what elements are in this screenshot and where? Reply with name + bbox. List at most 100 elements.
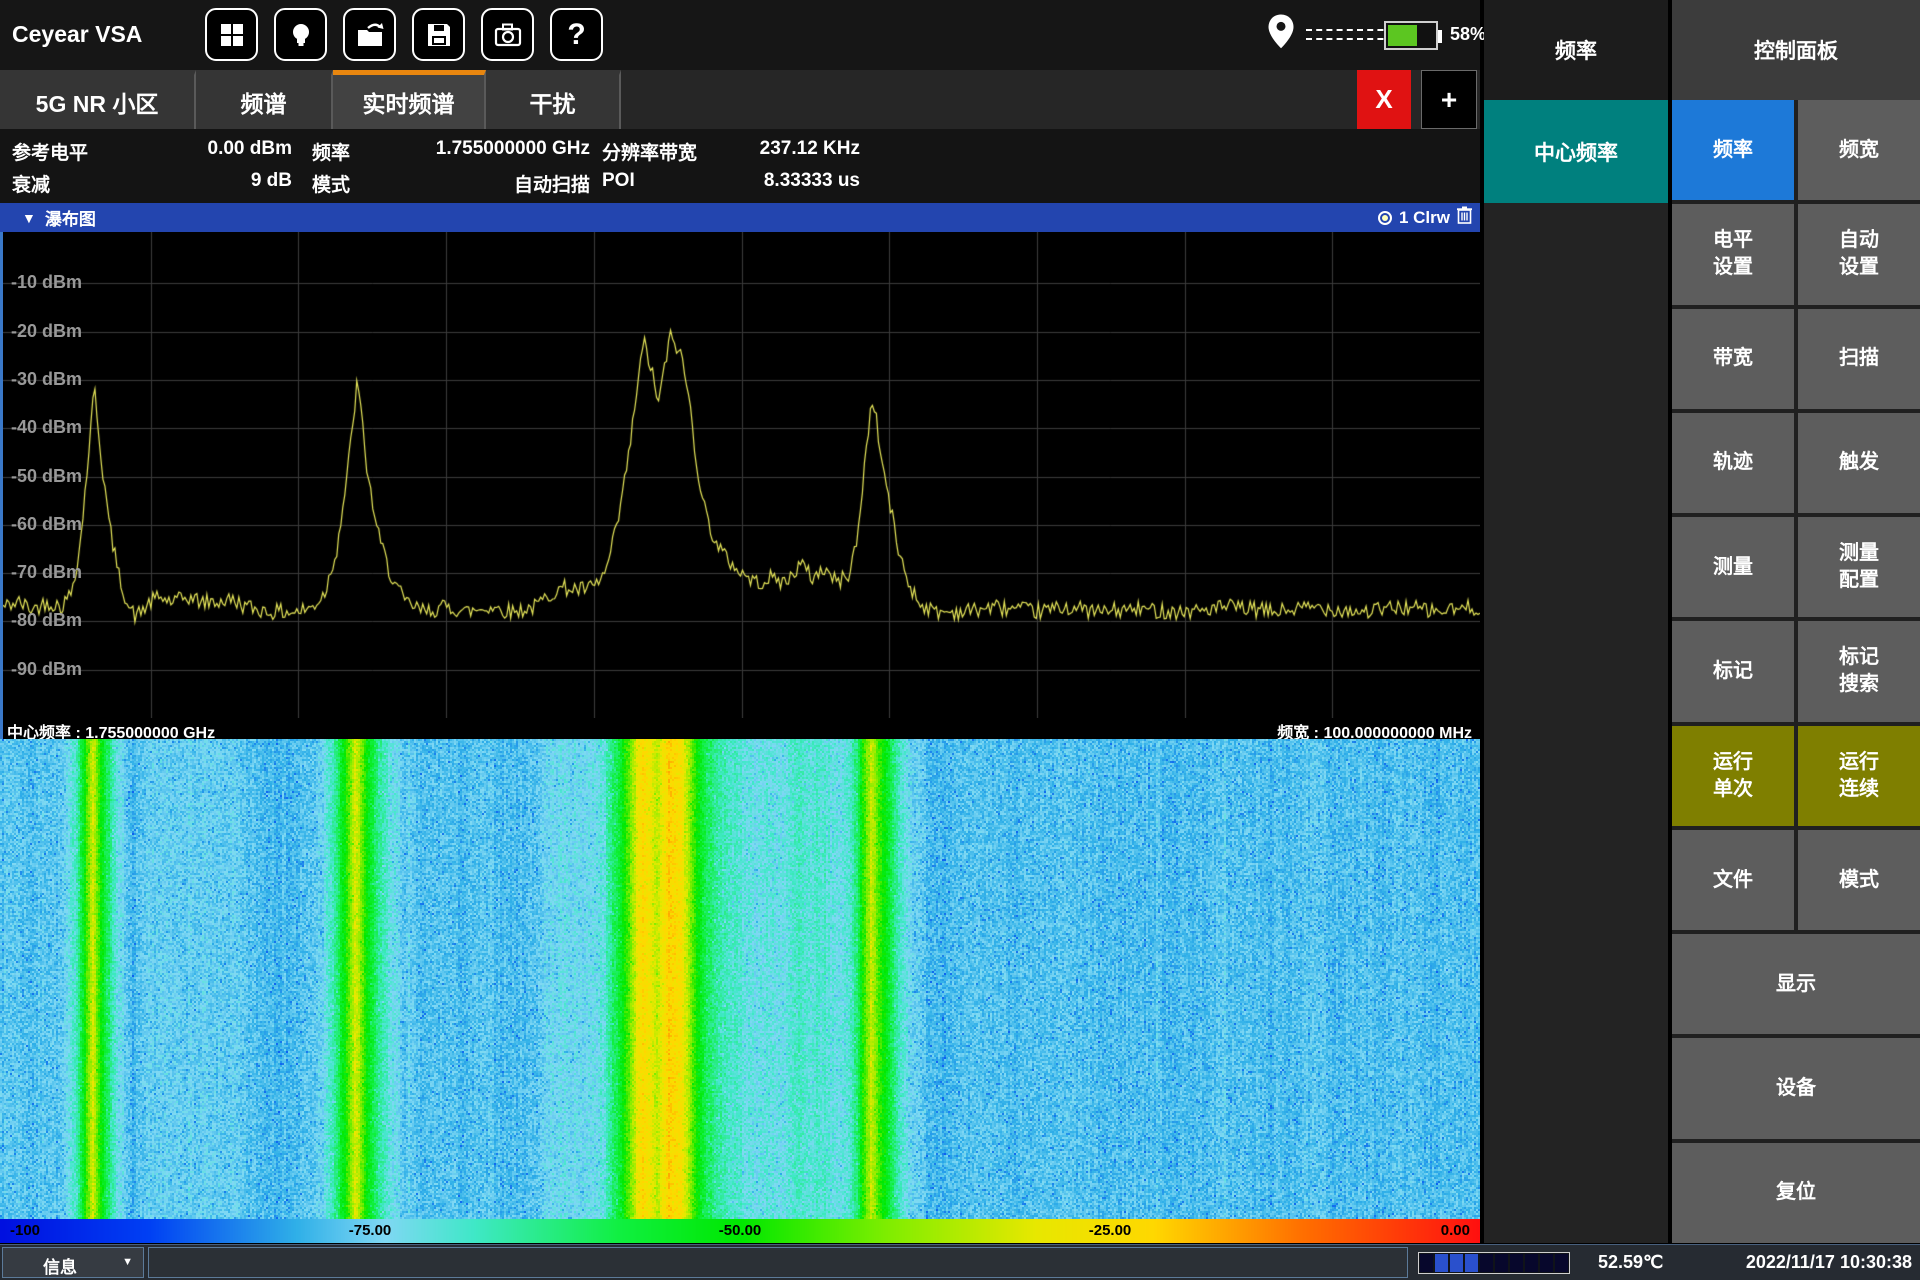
- cp-button-marker-search[interactable]: 标记 搜索: [1798, 621, 1920, 721]
- colorbar-tick: -75.00: [349, 1222, 392, 1239]
- y-axis-tick-label: -60 dBm: [11, 514, 82, 535]
- battery-icon: [1384, 21, 1438, 50]
- frequency-annotation-row: 中心频率 : 1.755000000 GHz 频宽 : 100.00000000…: [0, 718, 1480, 739]
- floppy-save-icon: [425, 21, 453, 49]
- progress-block-empty: [1420, 1254, 1433, 1272]
- poi-value: 8.33333 us: [660, 170, 860, 192]
- help-button[interactable]: ?: [550, 8, 603, 61]
- top-bar: Ceyear VSA: [0, 0, 1480, 70]
- cp-button-measure-config[interactable]: 测量 配置: [1798, 517, 1920, 617]
- mode-label: 模式: [312, 170, 350, 197]
- measurement-tab-bar: 5G NR 小区 频谱 实时频谱 干扰 X +: [0, 70, 1480, 129]
- cp-button-marker[interactable]: 标记: [1672, 621, 1794, 721]
- temperature-readout: 52.59℃: [1598, 1252, 1663, 1273]
- waterfall-spectrogram[interactable]: [0, 739, 1480, 1219]
- tab-realtime-spectrum[interactable]: 实时频谱: [333, 70, 486, 129]
- frequency-label: 频率: [312, 138, 350, 165]
- y-axis-tick-label: -70 dBm: [11, 562, 82, 583]
- tab-spectrum[interactable]: 频谱: [196, 70, 333, 129]
- control-panel-grid: 频率频宽电平 设置自动 设置带宽扫描轨迹触发测量测量 配置标记标记 搜索运行 单…: [1672, 100, 1920, 1243]
- message-area: [148, 1247, 1408, 1278]
- camera-icon: [493, 21, 523, 49]
- progress-block-filled: [1465, 1254, 1478, 1272]
- cp-button-reset[interactable]: 复位: [1672, 1143, 1920, 1243]
- attenuation-value: 9 dB: [150, 170, 292, 192]
- cp-button-bandwidth[interactable]: 带宽: [1672, 309, 1794, 409]
- screenshot-button[interactable]: [481, 8, 534, 61]
- progress-block-filled: [1435, 1254, 1448, 1272]
- spectrum-plot[interactable]: -10 dBm-20 dBm-30 dBm-40 dBm-50 dBm-60 d…: [0, 232, 1480, 718]
- tab-interference[interactable]: 干扰: [486, 70, 621, 129]
- progress-block-empty: [1480, 1254, 1493, 1272]
- app-title: Ceyear VSA: [12, 21, 142, 48]
- sweep-progress-indicator: [1418, 1252, 1570, 1274]
- windows-icon: [218, 21, 246, 49]
- battery-percent: 58%: [1450, 24, 1486, 45]
- progress-block-empty: [1540, 1254, 1553, 1272]
- collapse-triangle-icon[interactable]: ▼: [22, 210, 36, 226]
- cp-button-auto-setup[interactable]: 自动 设置: [1798, 204, 1920, 304]
- y-axis-tick-label: -50 dBm: [11, 466, 82, 487]
- save-button[interactable]: [412, 8, 465, 61]
- ref-level-label: 参考电平: [12, 138, 88, 165]
- waterfall-title: 瀑布图: [45, 205, 96, 230]
- mode-value: 自动扫描: [350, 170, 590, 197]
- cp-button-mode[interactable]: 模式: [1798, 830, 1920, 930]
- progress-block-empty: [1510, 1254, 1523, 1272]
- datetime-readout: 2022/11/17 10:30:38: [1746, 1252, 1912, 1273]
- progress-block-empty: [1495, 1254, 1508, 1272]
- info-dropdown-label: 信息: [43, 1253, 77, 1278]
- cp-button-trigger[interactable]: 触发: [1798, 413, 1920, 513]
- submenu-item-center-frequency[interactable]: 中心频率: [1484, 100, 1668, 203]
- y-axis-tick-label: -40 dBm: [11, 417, 82, 438]
- close-tab-button[interactable]: X: [1357, 70, 1411, 129]
- poi-label: POI: [602, 170, 635, 192]
- waterfall-canvas[interactable]: [0, 739, 1480, 1219]
- add-tab-button[interactable]: +: [1421, 70, 1477, 129]
- progress-block-filled: [1450, 1254, 1463, 1272]
- trace-selector[interactable]: 1 Clrw: [1378, 206, 1472, 229]
- rbw-value: 237.12 KHz: [660, 138, 860, 160]
- vsa-screen: Ceyear VSA: [0, 0, 1920, 1280]
- cp-button-run-single[interactable]: 运行 单次: [1672, 726, 1794, 826]
- cp-button-display[interactable]: 显示: [1672, 934, 1920, 1034]
- colorbar-tick: 0.00: [1441, 1222, 1470, 1239]
- cp-button-span[interactable]: 频宽: [1798, 100, 1920, 200]
- colorbar-tick: -50.00: [719, 1222, 762, 1239]
- load-file-button[interactable]: [343, 8, 396, 61]
- folder-load-icon: [355, 21, 385, 49]
- y-axis-tick-label: -10 dBm: [11, 272, 82, 293]
- cp-button-device[interactable]: 设备: [1672, 1038, 1920, 1138]
- trace-label: 1 Clrw: [1399, 208, 1450, 228]
- toolbar: ?: [205, 8, 603, 61]
- frequency-value: 1.755000000 GHz: [350, 138, 590, 160]
- backlight-button[interactable]: [274, 8, 327, 61]
- cp-button-frequency[interactable]: 频率: [1672, 100, 1794, 200]
- trash-icon[interactable]: [1457, 206, 1472, 229]
- control-panel-header: 控制面板: [1672, 0, 1920, 100]
- submenu-header: 频率: [1484, 0, 1668, 100]
- cp-button-measure[interactable]: 测量: [1672, 517, 1794, 617]
- trace-radio-icon[interactable]: [1378, 211, 1392, 225]
- cp-button-trace[interactable]: 轨迹: [1672, 413, 1794, 513]
- y-axis-tick-label: -30 dBm: [11, 369, 82, 390]
- cp-button-sweep[interactable]: 扫描: [1798, 309, 1920, 409]
- frequency-submenu: 频率 中心频率: [1484, 0, 1668, 1243]
- waterfall-title-bar: ▼ 瀑布图 1 Clrw: [0, 203, 1480, 232]
- ref-level-value: 0.00 dBm: [150, 138, 292, 160]
- y-axis-tick-label: -80 dBm: [11, 610, 82, 631]
- cp-button-level-setup[interactable]: 电平 设置: [1672, 204, 1794, 304]
- status-bar: 信息 ▼ 52.59℃ 2022/11/17 10:30:38: [0, 1244, 1920, 1280]
- dropdown-caret-icon: ▼: [122, 1256, 133, 1268]
- cp-button-file[interactable]: 文件: [1672, 830, 1794, 930]
- amplitude-colorbar: -100 -75.00 -50.00 -25.00 0.00: [0, 1219, 1480, 1243]
- windows-menu-button[interactable]: [205, 8, 258, 61]
- cp-button-run-continuous[interactable]: 运行 连续: [1798, 726, 1920, 826]
- parameter-readout: 参考电平 0.00 dBm 频率 1.755000000 GHz 分辨率带宽 2…: [0, 129, 1480, 203]
- progress-block-empty: [1555, 1254, 1568, 1272]
- question-mark-icon: ?: [567, 18, 585, 52]
- colorbar-tick: -25.00: [1089, 1222, 1132, 1239]
- tab-5g-nr-cell[interactable]: 5G NR 小区: [0, 70, 196, 129]
- spectrum-trace-canvas[interactable]: [3, 232, 1480, 718]
- info-dropdown[interactable]: 信息 ▼: [2, 1247, 144, 1278]
